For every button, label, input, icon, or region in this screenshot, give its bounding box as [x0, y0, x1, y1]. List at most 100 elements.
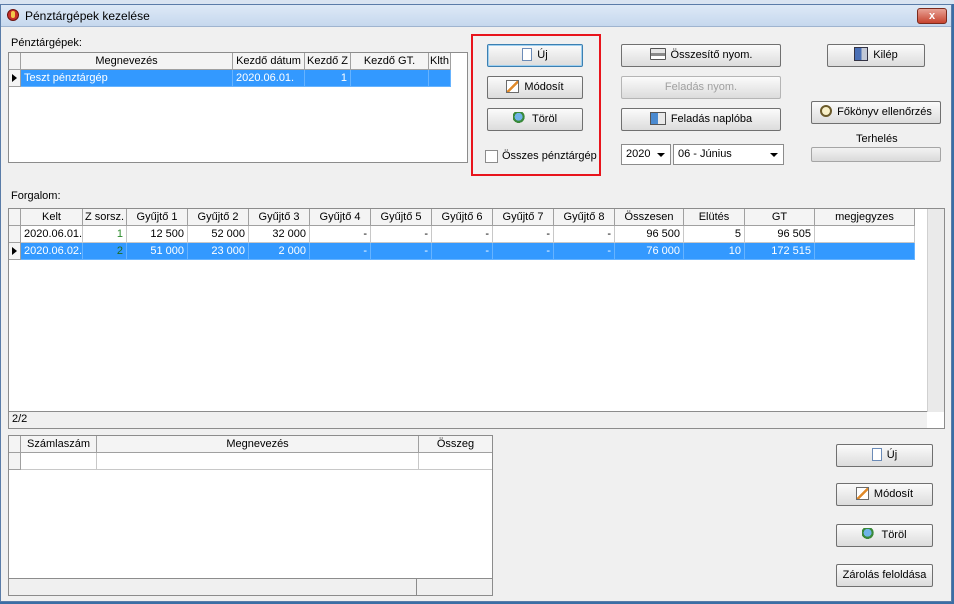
- registers-col-klth[interactable]: Klth: [429, 53, 451, 70]
- all-registers-checkbox[interactable]: [485, 150, 498, 163]
- account-row-name[interactable]: [97, 453, 419, 470]
- unlock-label: Zárolás feloldása: [842, 569, 927, 581]
- turnover-cell-note[interactable]: [815, 243, 915, 260]
- turnover-cell-collector-7[interactable]: -: [493, 226, 554, 243]
- account-row-number[interactable]: [21, 453, 97, 470]
- turnover-cell-collector-1[interactable]: 12 500: [127, 226, 188, 243]
- posting-log-button[interactable]: Feladás naplóba: [621, 108, 781, 131]
- turnover-col-kelt[interactable]: Kelt: [21, 209, 83, 226]
- turnover-table[interactable]: Kelt Z sorsz. Gyűjtő 1 Gyűjtő 2 Gyűjtő 3 Gyűj…: [8, 208, 945, 429]
- month-select[interactable]: 06 - Június: [673, 144, 784, 165]
- turnover-cell-keystrokes[interactable]: 5: [684, 226, 745, 243]
- account-row-amount[interactable]: [419, 453, 492, 470]
- chevron-down-icon: [657, 153, 665, 157]
- account-delete-button[interactable]: Töröl: [836, 524, 933, 547]
- close-button[interactable]: x: [917, 8, 947, 24]
- turnover-cell-z-number[interactable]: 1: [83, 226, 127, 243]
- turnover-col-collector-5[interactable]: Gyűjtő 5: [371, 209, 432, 226]
- turnover-cell-collector-8[interactable]: -: [554, 243, 615, 260]
- turnover-cell-collector-4[interactable]: -: [310, 243, 371, 260]
- register-row-start-gt[interactable]: [351, 70, 429, 87]
- accounts-table[interactable]: Számlaszám Megnevezés Összeg: [8, 435, 493, 596]
- account-new-label: Új: [886, 449, 898, 461]
- turnover-cell-keystrokes[interactable]: 10: [684, 243, 745, 260]
- accounts-col-number[interactable]: Számlaszám: [21, 436, 97, 453]
- accounts-header-indicator: [9, 436, 21, 453]
- turnover-cell-collector-5[interactable]: -: [371, 243, 432, 260]
- exit-label: Kilép: [873, 49, 898, 61]
- turnover-cell-note[interactable]: [815, 226, 915, 243]
- register-row-klth[interactable]: [429, 70, 451, 87]
- account-edit-label: Módosít: [873, 488, 914, 500]
- turnover-cell-collector-8[interactable]: -: [554, 226, 615, 243]
- turnover-cell-collector-5[interactable]: -: [371, 226, 432, 243]
- registers-table[interactable]: Megnevezés Kezdő dátum Kezdő Z Kezdő GT.…: [8, 52, 468, 163]
- registers-col-start-date[interactable]: Kezdő dátum: [233, 53, 305, 70]
- turnover-cell-kelt[interactable]: 2020.06.02.: [21, 243, 83, 260]
- register-row-name[interactable]: Teszt pénztárgép: [21, 70, 233, 87]
- registers-col-start-z[interactable]: Kezdő Z: [305, 53, 351, 70]
- turnover-col-collector-7[interactable]: Gyűjtő 7: [493, 209, 554, 226]
- turnover-cell-total[interactable]: 96 500: [615, 226, 684, 243]
- exit-button[interactable]: Kilép: [827, 44, 925, 67]
- accounts-col-amount[interactable]: Összeg: [419, 436, 492, 453]
- turnover-cell-collector-4[interactable]: -: [310, 226, 371, 243]
- register-row-start-z[interactable]: 1: [305, 70, 351, 87]
- posting-print-button[interactable]: Feladás nyom.: [621, 76, 781, 99]
- summary-print-button[interactable]: Összesítő nyom.: [621, 44, 781, 67]
- window-title: Pénztárgépek kezelése: [25, 9, 150, 23]
- summary-print-label: Összesítő nyom.: [670, 49, 753, 61]
- turnover-col-collector-1[interactable]: Gyűjtő 1: [127, 209, 188, 226]
- posting-print-label: Feladás nyom.: [664, 81, 738, 93]
- register-new-button[interactable]: Új: [487, 44, 583, 67]
- ledger-check-button[interactable]: Főkönyv ellenőrzés: [811, 101, 941, 124]
- delete-icon: [512, 112, 527, 125]
- delete-icon: [862, 528, 877, 541]
- turnover-col-gt[interactable]: GT: [745, 209, 815, 226]
- turnover-cell-z-number[interactable]: 2: [83, 243, 127, 260]
- turnover-cell-collector-2[interactable]: 23 000: [188, 243, 249, 260]
- turnover-statusbar: 2/2: [9, 411, 927, 428]
- turnover-cell-gt[interactable]: 172 515: [745, 243, 815, 260]
- turnover-col-note[interactable]: megjegyzes: [815, 209, 915, 226]
- turnover-cell-collector-1[interactable]: 51 000: [127, 243, 188, 260]
- turnover-col-collector-4[interactable]: Gyűjtő 4: [310, 209, 371, 226]
- registers-header-indicator: [9, 53, 21, 70]
- turnover-col-collector-3[interactable]: Gyűjtő 3: [249, 209, 310, 226]
- accounts-row-indicator: [9, 453, 21, 470]
- turnover-cell-total[interactable]: 76 000: [615, 243, 684, 260]
- unlock-button[interactable]: Zárolás feloldása: [836, 564, 933, 587]
- turnover-cell-collector-3[interactable]: 2 000: [249, 243, 310, 260]
- registers-label: Pénztárgépek:: [11, 37, 82, 49]
- turnover-col-z-number[interactable]: Z sorsz.: [83, 209, 127, 226]
- month-select-value: 06 - Június: [678, 148, 732, 160]
- turnover-col-keystrokes[interactable]: Elütés: [684, 209, 745, 226]
- account-edit-button[interactable]: Módosít: [836, 483, 933, 506]
- register-row-start-date[interactable]: 2020.06.01.: [233, 70, 305, 87]
- turnover-label: Forgalom:: [11, 190, 61, 202]
- new-document-icon: [871, 447, 882, 461]
- turnover-row-indicator: [9, 243, 21, 260]
- turnover-col-collector-6[interactable]: Gyűjtő 6: [432, 209, 493, 226]
- register-edit-button[interactable]: Módosít: [487, 76, 583, 99]
- turnover-cell-collector-6[interactable]: -: [432, 243, 493, 260]
- register-delete-button[interactable]: Töröl: [487, 108, 583, 131]
- posting-log-label: Feladás naplóba: [670, 113, 753, 125]
- registers-col-name[interactable]: Megnevezés: [21, 53, 233, 70]
- turnover-scrollbar[interactable]: [927, 209, 944, 412]
- turnover-cell-collector-7[interactable]: -: [493, 243, 554, 260]
- turnover-col-collector-8[interactable]: Gyűjtő 8: [554, 209, 615, 226]
- year-select[interactable]: 2020: [621, 144, 671, 165]
- turnover-col-total[interactable]: Összesen: [615, 209, 684, 226]
- turnover-cell-gt[interactable]: 96 505: [745, 226, 815, 243]
- accounts-col-name[interactable]: Megnevezés: [97, 436, 419, 453]
- title-bar: Pénztárgépek kezelése x: [1, 5, 951, 27]
- turnover-col-collector-2[interactable]: Gyűjtő 2: [188, 209, 249, 226]
- turnover-cell-kelt[interactable]: 2020.06.01.: [21, 226, 83, 243]
- turnover-cell-collector-6[interactable]: -: [432, 226, 493, 243]
- turnover-cell-collector-3[interactable]: 32 000: [249, 226, 310, 243]
- registers-col-start-gt[interactable]: Kezdő GT.: [351, 53, 429, 70]
- register-delete-label: Töröl: [531, 113, 558, 125]
- account-new-button[interactable]: Új: [836, 444, 933, 467]
- turnover-cell-collector-2[interactable]: 52 000: [188, 226, 249, 243]
